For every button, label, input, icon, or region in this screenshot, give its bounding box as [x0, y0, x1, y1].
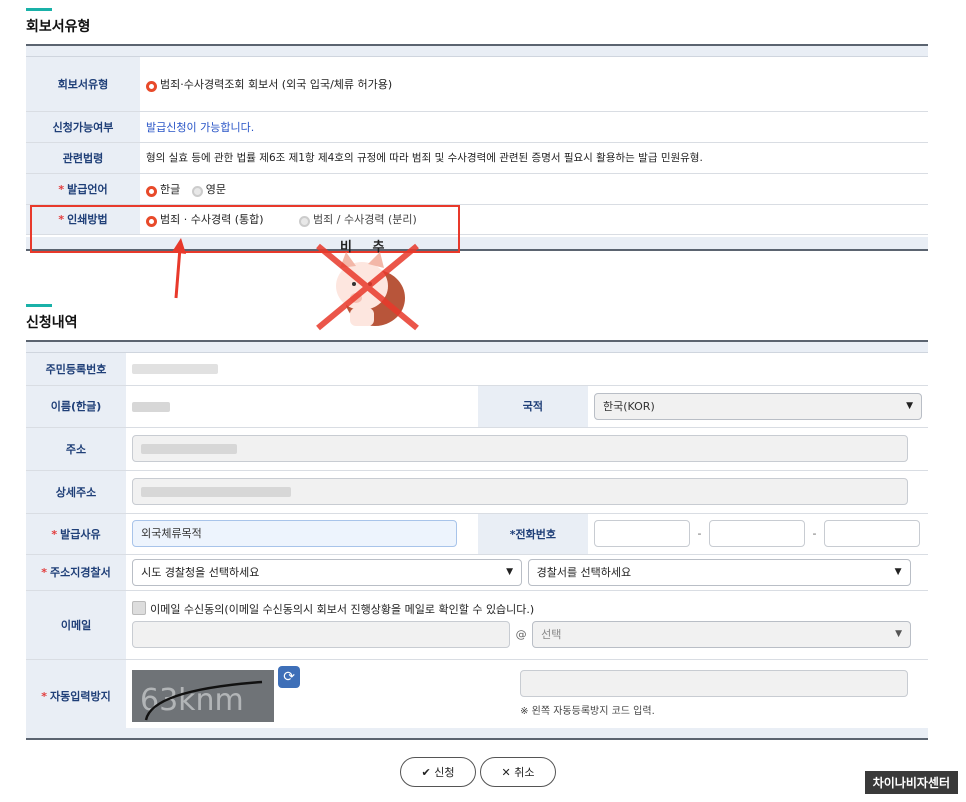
label-resident-number: 주민등록번호 [26, 353, 127, 386]
email-domain-select[interactable]: 선택 ▼ [532, 621, 912, 648]
red-arrow-icon [172, 238, 186, 299]
label-issue-reason: * 발급사유 [26, 513, 127, 555]
table-header-strip [26, 342, 928, 353]
address-input[interactable] [132, 435, 909, 462]
blurred-value [132, 401, 171, 412]
report-type-option[interactable]: 범죄·수사경력조회 회보서 (외국 입국/체류 허가용) [140, 57, 928, 112]
phone-fields: - - [588, 513, 928, 555]
language-options: 한글 영문 [140, 173, 928, 205]
label-email: 이메일 [26, 590, 127, 660]
email-consent[interactable]: 이메일 수신동의(이메일 수신동의시 회보서 진행상황을 메일로 확인할 수 있… [132, 601, 922, 617]
watermark: 차이나비자센터 [864, 771, 958, 794]
label-detail-address: 상세주소 [26, 470, 127, 514]
nationality-select[interactable]: 한국(KOR) ▼ [594, 392, 922, 420]
label-police-station: * 주소지경찰서 [26, 554, 127, 591]
application-table: 주민등록번호 이름(한글) 국적 한국(KOR) ▼ 주소 상세주소 * 발급사유 … [26, 353, 928, 734]
dropdown-arrow-icon: ▼ [906, 400, 913, 411]
table-header-strip [26, 46, 928, 57]
label-phone: *전화번호 [477, 513, 588, 555]
radio-icon[interactable] [146, 80, 157, 92]
table-footer-strip [26, 728, 928, 740]
section-title-report-type: 회보서유형 [26, 8, 90, 36]
police-station-select[interactable]: 경찰서를 선택하세요 ▼ [527, 558, 911, 586]
issue-reason-input[interactable]: 외국체류목적 [132, 520, 458, 547]
label-name: 이름(한글) [26, 385, 127, 428]
section-title-application: 신청내역 [26, 304, 78, 332]
captcha-text: 63knm [140, 683, 244, 718]
name-value [126, 385, 478, 428]
dropdown-arrow-icon: ▼ [506, 566, 514, 577]
label-availability: 신청가능여부 [26, 111, 140, 143]
radio-english[interactable]: 영문 [191, 183, 226, 197]
captcha-input[interactable] [520, 669, 909, 697]
phone-input-3[interactable] [823, 520, 920, 547]
dropdown-arrow-icon: ▼ [895, 629, 903, 639]
cancel-button[interactable]: ✕ 취소 [480, 757, 556, 787]
blurred-value [141, 444, 238, 454]
detail-address-input[interactable] [132, 478, 909, 505]
captcha-hint: ※ 왼쪽 자동등록방지 코드 입력. [520, 705, 655, 717]
dropdown-arrow-icon: ▼ [894, 566, 902, 577]
captcha-cell: 63knm ⟳ ※ 왼쪽 자동등록방지 코드 입력. [126, 659, 928, 734]
availability-value: 발급신청이 가능합니다. [140, 111, 928, 143]
label-related-law: 관련법령 [26, 142, 140, 174]
phone-input-2[interactable] [708, 520, 805, 547]
label-issue-language: * 발급언어 [26, 173, 140, 205]
refresh-icon[interactable]: ⟳ [278, 665, 301, 688]
captcha-image: 63knm [132, 670, 275, 722]
label-report-type: 회보서유형 [26, 57, 140, 112]
radio-korean[interactable]: 한글 [146, 183, 180, 197]
email-fields: 이메일 수신동의(이메일 수신동의시 회보서 진행상황을 메일로 확인할 수 있… [126, 590, 928, 660]
blurred-value [141, 487, 292, 497]
checkbox-icon[interactable] [132, 601, 147, 615]
label-address: 주소 [26, 427, 127, 471]
police-selects: 시도 경찰청을 선택하세요 ▼ 경찰서를 선택하세요 ▼ [126, 554, 928, 591]
phone-input-1[interactable] [594, 520, 690, 547]
resident-number-value [126, 353, 928, 386]
apply-button[interactable]: ✔ 신청 [400, 757, 476, 787]
related-law-value: 형의 실효 등에 관한 법률 제6조 제1항 제4호의 규정에 따라 범죄 및 … [140, 142, 928, 174]
blurred-value [132, 364, 219, 375]
label-nationality: 국적 [477, 385, 588, 428]
nationality-cell: 한국(KOR) ▼ [588, 385, 928, 428]
label-captcha: * 자동입력방지 [26, 659, 127, 734]
cat-sticker [316, 243, 419, 331]
radio-icon[interactable] [146, 185, 157, 197]
email-id-input[interactable] [132, 621, 511, 648]
police-agency-select[interactable]: 시도 경찰청을 선택하세요 ▼ [132, 558, 523, 586]
check-icon: ✔ [421, 766, 431, 779]
radio-icon[interactable] [191, 185, 203, 197]
close-icon: ✕ [501, 766, 511, 779]
